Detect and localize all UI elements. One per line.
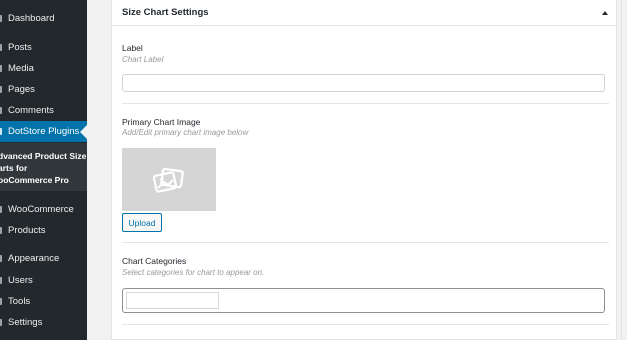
posts-icon <box>0 44 2 51</box>
image-placeholder-icon <box>152 167 184 193</box>
sidebar-item-label: Products <box>8 225 46 236</box>
image-field-description: Add/Edit primary chart image below <box>122 128 249 137</box>
sidebar-item-label: Tools <box>8 296 31 307</box>
sidebar-item-label: Settings <box>8 317 43 328</box>
sidebar-item-label: Comments <box>8 105 54 116</box>
size-chart-settings-panel: Size Chart Settings Label Chart Label Pr… <box>111 0 617 340</box>
tools-icon <box>0 298 2 305</box>
sidebar-submenu-size-charts[interactable]: dvanced Product Size arts for ooCommerce… <box>0 143 87 191</box>
sidebar-item-pages[interactable]: Pages <box>0 79 87 100</box>
sidebar-item-label: Pages <box>8 84 35 95</box>
products-icon <box>0 227 2 234</box>
plugin-icon <box>0 128 2 135</box>
chart-image-preview[interactable] <box>122 148 216 211</box>
panel-header[interactable]: Size Chart Settings <box>112 0 616 26</box>
sidebar-item-woocommerce[interactable]: WooCommerce <box>0 199 87 220</box>
sidebar-item-products[interactable]: Products <box>0 220 87 241</box>
users-icon <box>0 277 2 284</box>
image-field-label: Primary Chart Image <box>122 117 201 127</box>
sidebar-item-label: DotStore Plugins <box>8 126 80 137</box>
sidebar-item-label: Users <box>8 275 33 286</box>
chart-label-input[interactable] <box>122 74 605 92</box>
admin-sidebar: Dashboard Posts Media Pages Comments Dot… <box>0 0 87 340</box>
sidebar-item-label: Posts <box>8 42 32 53</box>
sidebar-item-tools[interactable]: Tools <box>0 291 87 312</box>
sidebar-item-label: WooCommerce <box>8 204 74 215</box>
panel-title: Size Chart Settings <box>122 7 209 18</box>
page-border <box>621 0 622 340</box>
divider <box>122 324 609 325</box>
submenu-line-2: arts for <box>0 163 28 173</box>
sidebar-item-dotstore-plugins[interactable]: DotStore Plugins <box>0 121 87 142</box>
categories-field-label: Chart Categories <box>122 256 187 266</box>
settings-icon <box>0 319 2 326</box>
woocommerce-icon <box>0 206 2 213</box>
sidebar-item-label: Appearance <box>8 253 60 264</box>
categories-search-input[interactable] <box>126 292 219 309</box>
appearance-icon <box>0 255 2 262</box>
divider <box>122 103 609 104</box>
categories-field-description: Select categories for chart to appear on… <box>122 268 265 277</box>
collapse-arrow-icon[interactable] <box>602 10 608 15</box>
submenu-line-1: dvanced Product Size <box>0 151 87 161</box>
pages-icon <box>0 86 2 93</box>
sidebar-item-posts[interactable]: Posts <box>0 37 87 58</box>
submenu-line-3: ooCommerce Pro <box>0 175 69 185</box>
sidebar-item-dashboard[interactable]: Dashboard <box>0 8 87 29</box>
label-field-label: Label <box>122 43 143 53</box>
divider <box>122 242 609 243</box>
label-field-description: Chart Label <box>122 55 164 64</box>
sidebar-item-users[interactable]: Users <box>0 270 87 291</box>
sidebar-item-settings[interactable]: Settings <box>0 312 87 333</box>
sidebar-item-label: Dashboard <box>8 13 55 24</box>
chart-categories-select[interactable] <box>122 288 605 313</box>
sidebar-item-appearance[interactable]: Appearance <box>0 248 87 269</box>
media-icon <box>0 65 2 72</box>
dashboard-icon <box>0 15 2 22</box>
sidebar-item-label: Media <box>8 63 34 74</box>
comments-icon <box>0 107 2 114</box>
upload-button[interactable]: Upload <box>122 213 162 232</box>
sidebar-item-media[interactable]: Media <box>0 58 87 79</box>
sidebar-item-comments[interactable]: Comments <box>0 100 87 121</box>
